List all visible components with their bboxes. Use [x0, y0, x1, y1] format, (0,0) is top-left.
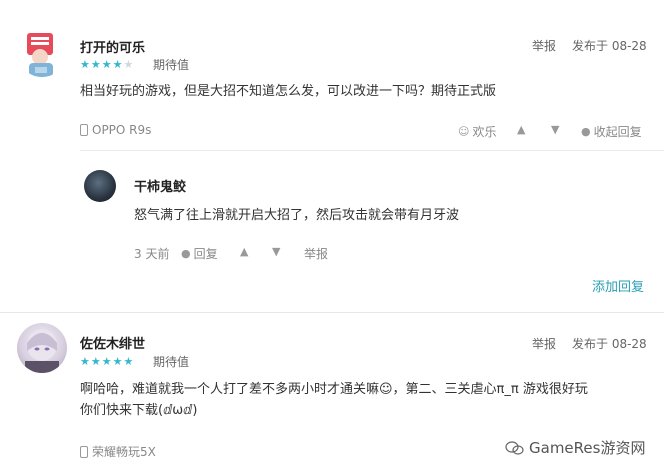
- username[interactable]: 佐佐木绯世: [80, 333, 145, 352]
- rating-label: 期待值: [153, 58, 190, 72]
- reply-time: 3 天前: [134, 247, 170, 261]
- reply-dislike-button[interactable]: ▼: [272, 245, 283, 258]
- user-avatar[interactable]: [17, 27, 67, 77]
- review-text: 相当好玩的游戏，但是大招不知道怎么发，可以改进一下吗？期待正式版: [80, 84, 497, 99]
- avatar-illustration-icon: [25, 329, 59, 373]
- device-name: OPPO R9s: [92, 123, 152, 137]
- thumbs-down-icon: ▼: [272, 245, 281, 258]
- thumbs-down-icon: ▼: [551, 123, 560, 136]
- dislike-button[interactable]: ▼: [551, 123, 562, 136]
- review-text-line-1: 啊哈哈，难道就我一个人打了差不多两小时才通关嘛☺，第二、三关虐心π_π 游戏很好…: [80, 382, 588, 397]
- comment-icon: ●: [181, 247, 191, 260]
- like-button[interactable]: ▲: [517, 123, 528, 136]
- avatar-illustration-icon: [17, 27, 67, 77]
- watermark: GameRes游资网: [505, 437, 645, 458]
- reply-divider: [80, 150, 664, 151]
- reply-text: 怒气满了往上滑就开启大招了，然后攻击就会带有月牙波: [134, 208, 460, 223]
- rating-stars: ★★★★★: [80, 355, 135, 368]
- comment-icon: ●: [581, 125, 591, 138]
- reply-reply-label: 回复: [193, 247, 218, 261]
- phone-icon: [80, 445, 88, 458]
- rating-label: 期待值: [153, 355, 190, 369]
- reaction-label: 欢乐: [472, 125, 497, 139]
- comment-page: 打开的可乐 ★★★★★ 期待值 举报 发布于 08-28 相当好玩的游戏，但是大…: [0, 0, 664, 475]
- collapse-label: 收起回复: [593, 125, 642, 139]
- reply-like-button[interactable]: ▲: [240, 245, 251, 258]
- phone-icon: [80, 124, 88, 136]
- publish-date: 发布于 08-28: [572, 337, 647, 351]
- publish-date: 发布于 08-28: [572, 39, 647, 53]
- thumbs-up-icon: ▲: [517, 123, 526, 136]
- review-text-line-2: 你们快来下载(ⅆωⅆ): [80, 403, 198, 418]
- report-link[interactable]: 举报: [532, 37, 556, 54]
- review-divider: [0, 312, 664, 313]
- thumbs-up-icon: ▲: [240, 245, 249, 258]
- reply-report-link[interactable]: 举报: [304, 245, 328, 262]
- watermark-text: GameRes游资网: [529, 439, 646, 457]
- collapse-replies-button[interactable]: ● 收起回复: [581, 123, 642, 140]
- device-info: 荣耀畅玩5X: [80, 443, 156, 460]
- smile-icon: ☺: [458, 125, 470, 138]
- reply-reply-button[interactable]: ● 回复: [181, 245, 218, 262]
- reply-username[interactable]: 干柿鬼鲛: [134, 176, 186, 195]
- rating-stars: ★★★★★: [80, 58, 135, 71]
- user-avatar[interactable]: [17, 323, 67, 373]
- reaction-button[interactable]: ☺ 欢乐: [458, 123, 496, 140]
- report-link[interactable]: 举报: [532, 335, 556, 352]
- device-info: OPPO R9s: [80, 123, 151, 137]
- reply-user-avatar[interactable]: [84, 170, 116, 202]
- add-reply-button[interactable]: 添加回复: [592, 276, 644, 295]
- device-name: 荣耀畅玩5X: [92, 445, 156, 459]
- wechat-icon: [505, 440, 524, 455]
- username[interactable]: 打开的可乐: [80, 37, 145, 56]
